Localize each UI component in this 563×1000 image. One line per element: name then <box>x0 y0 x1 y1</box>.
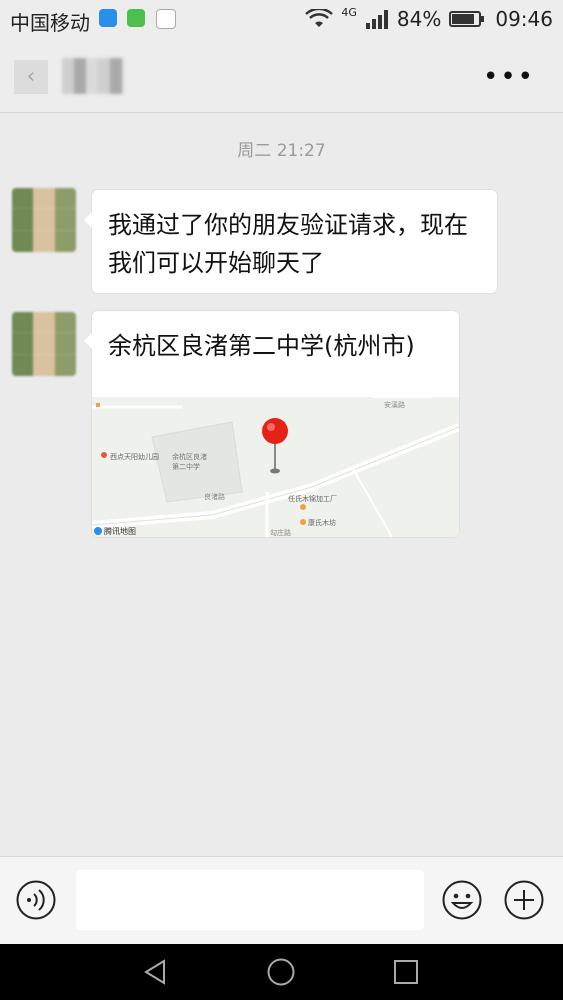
battery-percent: 84% <box>396 7 442 31</box>
map-graphic: 西点天阳幼儿园 余杭区良渚 第二中学 任氏木锦加工厂 康氏木坊 安溪路 良渚路 … <box>92 397 459 537</box>
message-bubble[interactable]: 我通过了你的朋友验证请求，现在我们可以开始聊天了 <box>84 190 497 293</box>
location-map[interactable]: 西点天阳幼儿园 余杭区良渚 第二中学 任氏木锦加工厂 康氏木坊 安溪路 良渚路 … <box>92 397 459 537</box>
map-provider: 腾讯地图 <box>104 526 136 536</box>
message-input[interactable] <box>76 870 424 930</box>
map-poi-marker <box>101 452 107 458</box>
more-button[interactable]: ••• <box>483 62 535 92</box>
mobile-service-icon <box>156 9 176 29</box>
wechat-icon <box>127 9 145 27</box>
chat-header: ‹ ••• <box>0 38 563 113</box>
input-bar <box>0 856 563 945</box>
plus-icon[interactable] <box>504 880 544 920</box>
system-nav-bar <box>0 944 563 1000</box>
map-poi-marker <box>300 504 306 510</box>
status-bar: 中国移动 4G 84% 09:46 <box>0 0 563 38</box>
nav-recents-icon[interactable] <box>390 956 422 988</box>
more-dots-icon: ••• <box>482 62 535 92</box>
map-road-label: 安溪路 <box>384 400 405 409</box>
nav-back-icon[interactable] <box>140 956 172 988</box>
map-provider-logo <box>94 527 102 535</box>
chat-app-icon <box>99 9 117 27</box>
carrier-label: 中国移动 <box>10 11 90 35</box>
battery-fill <box>452 14 475 24</box>
back-chevron-icon: ‹ <box>26 64 36 89</box>
chat-timestamp: 周二 21:27 <box>237 141 326 161</box>
location-title: 余杭区良渚第二中学(杭州市) <box>108 332 415 360</box>
map-road-label: 勾庄路 <box>270 528 291 537</box>
battery-icon <box>449 11 485 27</box>
voice-icon[interactable] <box>16 880 56 920</box>
map-label: 康氏木坊 <box>308 518 336 527</box>
network-type: 4G <box>341 5 357 19</box>
signal-icon <box>365 10 388 29</box>
contact-name-blurred <box>62 58 124 94</box>
back-button[interactable]: ‹ <box>14 60 48 94</box>
map-label: 余杭区良渚 <box>172 452 207 461</box>
map-poi-marker <box>96 403 100 407</box>
status-right: 4G 84% 09:46 <box>305 5 553 31</box>
map-poi-marker <box>300 519 306 525</box>
clock: 09:46 <box>495 7 553 31</box>
avatar[interactable] <box>12 312 76 376</box>
avatar[interactable] <box>12 188 76 252</box>
wifi-icon <box>305 9 334 27</box>
map-label: 西点天阳幼儿园 <box>110 452 159 461</box>
map-label: 任氏木锦加工厂 <box>288 494 337 503</box>
location-message[interactable]: 余杭区良渚第二中学(杭州市) 西点天阳幼儿园 余杭区良渚 第二中学 任氏木锦加工… <box>84 311 459 537</box>
map-road-label: 良渚路 <box>204 492 225 501</box>
emoji-icon[interactable] <box>442 880 482 920</box>
message-text: 我通过了你的朋友验证请求，现在我们可以开始聊天了 <box>108 211 468 277</box>
map-label: 第二中学 <box>172 462 200 471</box>
nav-home-icon[interactable] <box>265 956 297 988</box>
